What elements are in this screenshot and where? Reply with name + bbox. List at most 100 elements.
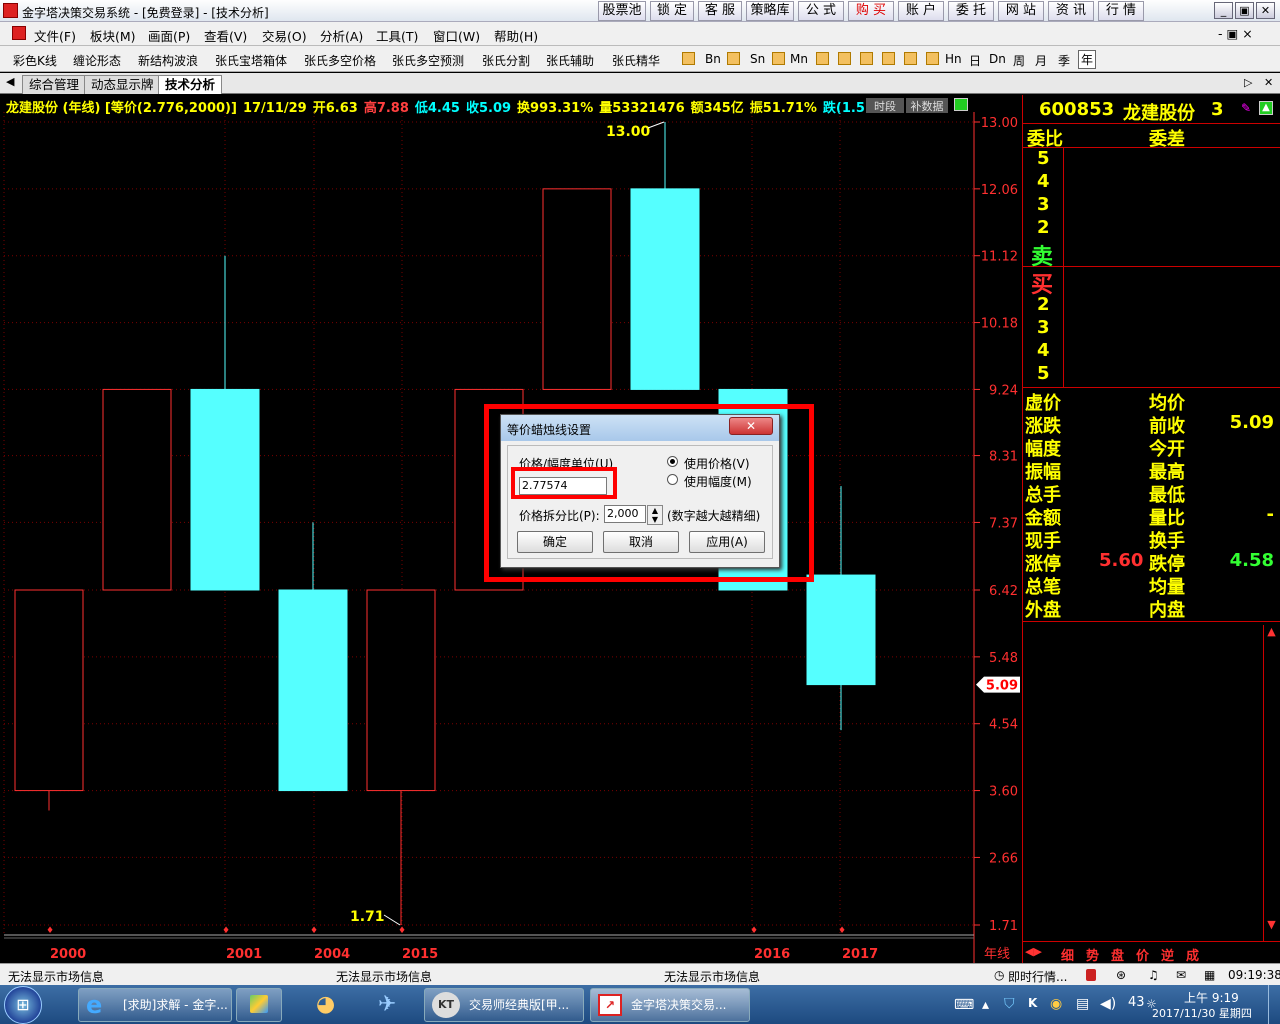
- period-icon-6[interactable]: [882, 52, 895, 65]
- title-button-4[interactable]: 公 式: [798, 1, 844, 21]
- period-icon-7[interactable]: [904, 52, 917, 65]
- tab-dynamic-board[interactable]: 动态显示牌: [84, 75, 161, 94]
- panel-tab-prev-icon[interactable]: ◀▶: [1025, 945, 1042, 958]
- x-tick-marker: ♦: [46, 926, 54, 936]
- period-8[interactable]: 季: [1058, 52, 1070, 69]
- tool-item-2[interactable]: 新结构波浪: [138, 52, 198, 69]
- clock-date[interactable]: 2017/11/30 星期四: [1152, 1005, 1252, 1021]
- cancel-button[interactable]: 取消: [603, 531, 679, 553]
- buy-level-1: 2: [1037, 294, 1050, 315]
- title-button-7[interactable]: 委 托: [948, 1, 994, 21]
- tool-item-3[interactable]: 张氏宝塔箱体: [215, 52, 287, 69]
- period-6[interactable]: 周: [1013, 52, 1025, 69]
- tray-keyboard-icon[interactable]: ⌨: [954, 997, 974, 1013]
- title-button-1[interactable]: 锁 定: [650, 1, 694, 21]
- title-button-8[interactable]: 网 站: [998, 1, 1044, 21]
- period-icon-1[interactable]: [727, 52, 740, 65]
- panel-tab-2[interactable]: 盘: [1111, 945, 1124, 964]
- period-9[interactable]: 年: [1078, 50, 1097, 69]
- y-tick-label: 12.06: [981, 183, 1018, 198]
- radio-use-range[interactable]: [667, 474, 678, 485]
- apply-button[interactable]: 应用(A): [689, 531, 765, 553]
- tab-close-icon[interactable]: ✕: [1264, 76, 1273, 89]
- tool-item-5[interactable]: 张氏多空预测: [392, 52, 464, 69]
- menu-item-2[interactable]: 画面(P): [148, 26, 190, 45]
- tray-shield-icon[interactable]: ⛉: [1004, 996, 1015, 1012]
- status-globe-icon[interactable]: ⊛: [1116, 968, 1126, 982]
- panel-tab-1[interactable]: 势: [1086, 945, 1099, 964]
- mdi-controls[interactable]: - ▣ ×: [1218, 26, 1253, 41]
- status-bell-icon[interactable]: ♫: [1148, 968, 1159, 982]
- menu-item-8[interactable]: 帮助(H): [494, 26, 538, 45]
- close-button[interactable]: ✕: [1256, 2, 1275, 19]
- maximize-button[interactable]: ▣: [1235, 2, 1254, 19]
- tray-kt-icon[interactable]: K: [1028, 996, 1037, 1010]
- period-3[interactable]: Hn: [945, 52, 962, 66]
- tray-number: 43: [1128, 995, 1145, 1010]
- period-2[interactable]: Mn: [790, 52, 808, 66]
- sell-level-2: 3: [1037, 194, 1050, 215]
- start-button[interactable]: ⊞: [4, 986, 42, 1024]
- period-7[interactable]: 月: [1035, 52, 1047, 69]
- period-icon-4[interactable]: [838, 52, 851, 65]
- split-ratio-spinner[interactable]: ▲ ▼: [647, 505, 663, 525]
- title-button-6[interactable]: 账 户: [898, 1, 944, 21]
- show-desktop-button[interactable]: [1268, 985, 1280, 1024]
- period-icon-0[interactable]: [682, 52, 695, 65]
- title-button-3[interactable]: 策略库: [746, 1, 794, 21]
- period-icon-8[interactable]: [926, 52, 939, 65]
- period-icon-3[interactable]: [816, 52, 829, 65]
- menu-item-3[interactable]: 查看(V): [204, 26, 247, 45]
- minimize-button[interactable]: _: [1214, 2, 1233, 19]
- menu-item-1[interactable]: 板块(M): [90, 26, 136, 45]
- period-0[interactable]: Bn: [705, 52, 721, 66]
- title-button-10[interactable]: 行 情: [1098, 1, 1144, 21]
- ie-icon: e: [86, 991, 103, 1019]
- period-5[interactable]: Dn: [989, 52, 1006, 66]
- tool-item-0[interactable]: 彩色K线: [13, 52, 57, 69]
- dialog-close-icon[interactable]: ✕: [729, 417, 773, 435]
- title-button-5[interactable]: 购 买: [848, 1, 894, 21]
- ok-button[interactable]: 确定: [517, 531, 593, 553]
- tool-item-1[interactable]: 缠论形态: [73, 52, 121, 69]
- menu-item-0[interactable]: 文件(F): [34, 26, 76, 45]
- title-button-2[interactable]: 客 服: [698, 1, 742, 21]
- status-red-icon[interactable]: [1086, 969, 1096, 981]
- tab-left-arrow-icon[interactable]: ◀: [6, 75, 14, 88]
- period-1[interactable]: Sn: [750, 52, 765, 66]
- radio-use-price[interactable]: [667, 456, 678, 467]
- period-icon-5[interactable]: [860, 52, 873, 65]
- clock-time[interactable]: 上午 9:19: [1184, 989, 1239, 1006]
- tray-network-icon[interactable]: ▤: [1076, 996, 1089, 1012]
- tray-arrow-icon[interactable]: ▴: [982, 997, 989, 1013]
- tool-item-4[interactable]: 张氏多空价格: [304, 52, 376, 69]
- status-chat-icon[interactable]: ✉: [1176, 968, 1186, 982]
- title-button-9[interactable]: 资 讯: [1048, 1, 1094, 21]
- realtime-quote-link[interactable]: 即时行情...: [1008, 968, 1067, 985]
- panel-tab-4[interactable]: 逆: [1161, 945, 1174, 964]
- tab-technical-analysis[interactable]: 技术分析: [158, 75, 223, 94]
- menu-item-4[interactable]: 交易(O): [262, 26, 307, 45]
- menu-item-6[interactable]: 工具(T): [376, 26, 418, 45]
- panel-tab-0[interactable]: 细: [1061, 945, 1074, 964]
- period-4[interactable]: 日: [969, 52, 981, 69]
- pin-icon[interactable]: ✎: [1241, 101, 1255, 115]
- tray-volume-icon[interactable]: ◀): [1100, 996, 1116, 1012]
- panel-tab-3[interactable]: 价: [1136, 945, 1149, 964]
- panel-tab-5[interactable]: 成: [1186, 945, 1199, 964]
- candle-body: [542, 188, 612, 390]
- tray-app-icon[interactable]: ◉: [1050, 996, 1062, 1012]
- menu-item-7[interactable]: 窗口(W): [433, 26, 480, 45]
- expand-icon[interactable]: ▲: [1259, 101, 1273, 115]
- tool-item-6[interactable]: 张氏分割: [482, 52, 530, 69]
- menu-item-5[interactable]: 分析(A): [320, 26, 363, 45]
- ticks-scrollbar[interactable]: ▲ ▼: [1263, 625, 1279, 941]
- tool-item-7[interactable]: 张氏辅助: [546, 52, 594, 69]
- period-icon-2[interactable]: [772, 52, 785, 65]
- tab-overview[interactable]: 综合管理: [22, 75, 87, 94]
- split-ratio-input[interactable]: 2,000: [604, 505, 646, 523]
- title-button-0[interactable]: 股票池: [598, 1, 646, 21]
- tab-scroll-right-icon[interactable]: ▷: [1244, 76, 1252, 89]
- tool-item-8[interactable]: 张氏精华: [612, 52, 660, 69]
- status-grid-icon[interactable]: ▦: [1204, 968, 1215, 982]
